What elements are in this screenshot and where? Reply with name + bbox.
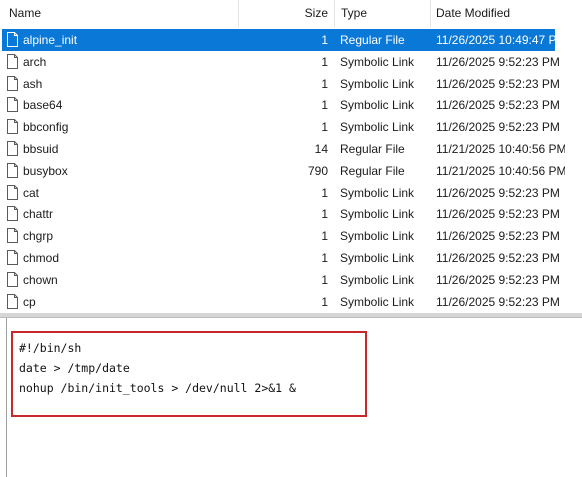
document-icon: [7, 75, 18, 91]
column-date-label: Date Modified: [436, 6, 511, 20]
file-name: busybox: [23, 163, 68, 178]
column-size-label: Size: [304, 6, 328, 20]
file-name: cat: [23, 185, 40, 200]
column-size-header[interactable]: Size: [239, 0, 335, 27]
file-type: Regular File: [340, 142, 405, 156]
file-date: 11/26/2025 9:52:23 PM: [436, 98, 560, 113]
file-row[interactable]: base64 1 Symbolic Link 11/26/2025 9:52:23 P…: [0, 94, 560, 116]
file-name: bbsuid: [23, 142, 59, 156]
file-name: chown: [23, 272, 58, 287]
file-size: 1: [321, 207, 328, 222]
document-icon: [7, 293, 18, 309]
file-name: cp: [23, 294, 36, 309]
file-row[interactable]: busybox 790 Regular File 11/21/2025 10:40:5…: [0, 160, 567, 182]
file-size: 1: [321, 251, 328, 265]
file-name: bbconfig: [23, 120, 69, 135]
document-icon: [7, 119, 18, 135]
file-size: 1: [321, 54, 328, 69]
vertical-scrollbar[interactable]: [565, 27, 582, 313]
file-type: Symbolic Link: [340, 54, 415, 69]
file-name: base64: [23, 98, 63, 113]
file-name: arch: [23, 54, 47, 69]
document-icon: [7, 184, 18, 200]
column-name-label: Name: [9, 6, 42, 20]
file-name: chmod: [23, 251, 60, 265]
document-icon: [7, 32, 18, 47]
file-size: 1: [321, 33, 328, 47]
file-type: Symbolic Link: [340, 98, 415, 113]
file-date: 11/26/2025 9:52:23 PM: [436, 76, 560, 91]
document-icon: [7, 141, 18, 156]
file-type: Symbolic Link: [340, 294, 415, 309]
file-type: Symbolic Link: [340, 76, 415, 91]
file-type: Symbolic Link: [340, 185, 415, 200]
file-type: Symbolic Link: [340, 120, 415, 135]
file-date: 11/21/2025 10:40:56 PM: [436, 142, 567, 156]
file-list: Name Size Type Date Modified alpine_init…: [0, 0, 582, 313]
document-icon: [7, 228, 18, 244]
code-line: date > /tmp/date: [19, 361, 130, 375]
file-type: Symbolic Link: [340, 251, 415, 265]
file-row[interactable]: cat 1 Symbolic Link 11/26/2025 9:52:23 PM: [0, 182, 560, 204]
file-row[interactable]: alpine_init 1 Regular File 11/26/2025 10:49…: [0, 29, 567, 51]
file-size: 14: [314, 142, 328, 156]
file-type: Symbolic Link: [340, 207, 415, 222]
file-type: Regular File: [340, 163, 405, 178]
file-row[interactable]: chmod 1 Symbolic Link 11/26/2025 9:52:23 PM: [0, 247, 560, 269]
file-type: Symbolic Link: [340, 229, 415, 244]
document-icon: [7, 53, 18, 69]
file-row[interactable]: bbsuid 14 Regular File 11/21/2025 10:40:56 …: [0, 138, 567, 160]
code-line: #!/bin/sh: [19, 341, 82, 355]
file-date: 11/26/2025 9:52:23 PM: [436, 185, 560, 200]
file-date: 11/26/2025 9:52:23 PM: [436, 272, 560, 287]
file-date: 11/26/2025 9:52:23 PM: [436, 207, 560, 222]
file-row[interactable]: cp 1 Symbolic Link 11/26/2025 9:52:23 PM: [0, 291, 560, 313]
file-date: 11/26/2025 9:52:23 PM: [436, 294, 560, 309]
column-type-header[interactable]: Type: [335, 0, 431, 27]
file-size: 1: [321, 294, 328, 309]
file-row[interactable]: chgrp 1 Symbolic Link 11/26/2025 9:52:23 PM: [0, 225, 560, 247]
file-type: Symbolic Link: [340, 272, 415, 287]
file-size: 1: [321, 229, 328, 244]
file-size: 1: [321, 120, 328, 135]
file-name: chgrp: [23, 229, 54, 244]
file-row[interactable]: bbconfig 1 Symbolic Link 11/26/2025 9:52:23…: [0, 116, 560, 138]
file-row[interactable]: arch 1 Symbolic Link 11/26/2025 9:52:23 PM: [0, 51, 560, 73]
file-name: chattr: [23, 207, 54, 222]
document-icon: [7, 271, 18, 287]
file-size: 1: [321, 272, 328, 287]
file-row[interactable]: chattr 1 Symbolic Link 11/26/2025 9:52:23 P…: [0, 203, 560, 225]
file-date: 11/21/2025 10:40:56 PM: [436, 163, 567, 178]
file-date: 11/26/2025 9:52:23 PM: [436, 251, 560, 265]
file-name: ash: [23, 76, 43, 91]
file-row[interactable]: ash 1 Symbolic Link 11/26/2025 9:52:23 PM: [0, 73, 560, 95]
file-date: 11/26/2025 9:52:23 PM: [436, 54, 560, 69]
file-date: 11/26/2025 9:52:23 PM: [436, 120, 560, 135]
editor-border: [6, 318, 7, 477]
file-date: 11/26/2025 9:52:23 PM: [436, 229, 560, 244]
document-icon: [7, 162, 18, 178]
column-date-header[interactable]: Date Modified: [431, 0, 582, 27]
file-date: 11/26/2025 10:49:47 PM: [436, 33, 567, 47]
column-header: Name Size Type Date Modified: [0, 0, 582, 27]
document-icon: [7, 97, 18, 113]
file-size: 1: [321, 76, 328, 91]
file-size: 1: [321, 185, 328, 200]
document-icon: [7, 206, 18, 222]
file-type: Regular File: [340, 33, 405, 47]
code-line: nohup /bin/init_tools > /dev/null 2>&1 &: [19, 381, 296, 395]
file-row[interactable]: chown 1 Symbolic Link 11/26/2025 9:52:23 PM: [0, 269, 560, 291]
file-name: alpine_init: [23, 33, 78, 47]
column-type-label: Type: [341, 6, 368, 20]
file-size: 790: [307, 163, 328, 178]
column-name-header[interactable]: Name: [0, 0, 239, 27]
document-icon: [7, 250, 18, 265]
file-size: 1: [321, 98, 328, 113]
